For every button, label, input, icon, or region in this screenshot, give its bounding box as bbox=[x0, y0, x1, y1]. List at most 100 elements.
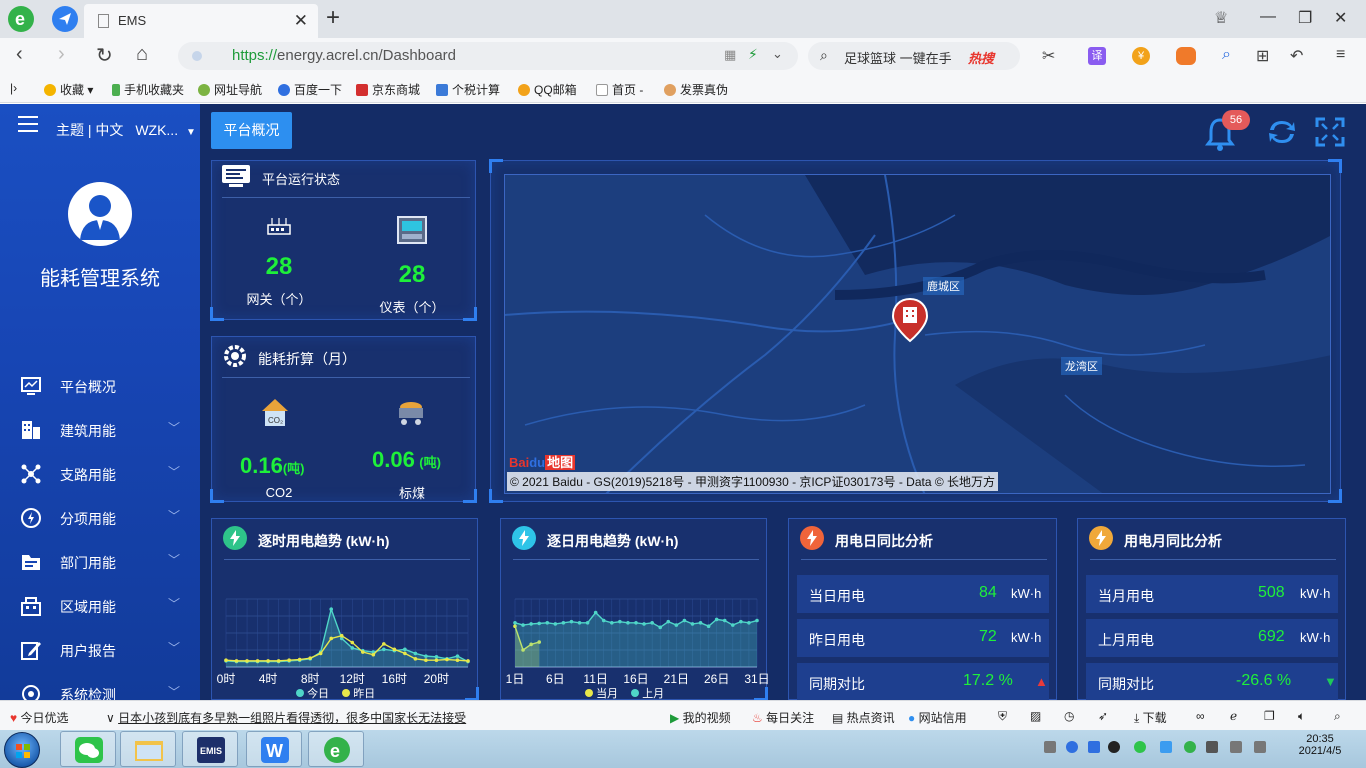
browser-status-bar: ♥ 今日优选 ∨ 日本小孩到底有多早熟一组照片看得透彻，很多中国家长无法接受 ▶… bbox=[0, 700, 1366, 730]
qr-icon[interactable]: ▦ bbox=[724, 47, 736, 63]
browser-logo-icon[interactable]: e bbox=[8, 6, 34, 32]
browser-tab[interactable]: EMS ✕ bbox=[84, 4, 318, 38]
shield-icon[interactable]: ⛨ bbox=[998, 709, 1007, 724]
status-item[interactable]: ▤ 热点资讯 bbox=[832, 709, 895, 726]
bookmark-item[interactable]: 网址导航 bbox=[198, 81, 262, 98]
zoom-icon[interactable]: ⌕ bbox=[1334, 709, 1341, 724]
bookmark-item[interactable]: 京东商城 bbox=[356, 81, 420, 98]
sidebar-item-platform[interactable]: 平台概况 bbox=[0, 364, 200, 408]
sidebar-item-system-check[interactable]: 系统检测 ﹀ bbox=[0, 672, 200, 700]
dropdown-icon[interactable]: ⌄ bbox=[772, 46, 783, 62]
status-item[interactable]: ♥ 今日优选 bbox=[10, 709, 68, 726]
bookmark-item[interactable]: 发票真伪 bbox=[664, 81, 728, 98]
start-button[interactable] bbox=[4, 732, 40, 768]
bookmark-item[interactable]: QQ邮箱 bbox=[518, 81, 577, 98]
daily-trend-chart: 1日 6日 11日 16日 21日 26日 31日 bbox=[506, 598, 768, 686]
taskbar-explorer[interactable] bbox=[120, 731, 176, 767]
sidebar-item-region[interactable]: 区域用能 ﹀ bbox=[0, 584, 200, 628]
legend-label: 当月 bbox=[596, 688, 619, 700]
close-window-button[interactable]: ✕ bbox=[1334, 8, 1347, 28]
apps-grid-icon[interactable]: ⊞ bbox=[1256, 46, 1269, 66]
system-clock[interactable]: 20:35 2021/4/5 bbox=[1290, 733, 1350, 757]
status-item[interactable]: ♨ 每日关注 bbox=[752, 709, 814, 726]
bookmarks-toggle-icon[interactable]: |› bbox=[10, 81, 17, 95]
speed-icon[interactable]: ◷ bbox=[1064, 709, 1074, 723]
taskbar-ems[interactable]: EMIS bbox=[182, 731, 238, 767]
chevron-down-icon[interactable]: ▼ bbox=[186, 127, 196, 138]
refresh-icon[interactable] bbox=[1266, 116, 1298, 148]
menu-icon[interactable]: ≡ bbox=[1336, 46, 1345, 64]
bookmark-item[interactable]: 百度一下 bbox=[278, 81, 342, 98]
taskbar-wps[interactable]: W bbox=[246, 731, 302, 767]
home-button[interactable]: ⌂ bbox=[136, 43, 148, 66]
chevron-down-icon: ﹀ bbox=[168, 465, 181, 479]
cloud-icon[interactable] bbox=[1160, 741, 1172, 753]
lightning-icon[interactable]: ⚡ bbox=[748, 46, 758, 63]
keyboard-icon[interactable] bbox=[1044, 741, 1056, 753]
search-box[interactable]: ⌕ 足球篮球 一键在手 热搜 bbox=[808, 42, 1020, 70]
back-button[interactable]: ‹ bbox=[16, 43, 23, 66]
translate-icon[interactable]: 译 bbox=[1088, 47, 1106, 65]
fullscreen-icon[interactable] bbox=[1314, 116, 1346, 148]
sidebar-item-branch[interactable]: 支路用能 ﹀ bbox=[0, 452, 200, 496]
power-icon[interactable] bbox=[1230, 741, 1242, 753]
data-point bbox=[755, 618, 759, 623]
network-icon[interactable] bbox=[1206, 741, 1218, 753]
sidebar-item-report[interactable]: 用户报告 ﹀ bbox=[0, 628, 200, 672]
bookmark-item[interactable]: 首页 - bbox=[596, 81, 643, 98]
bluetooth-icon[interactable] bbox=[1088, 741, 1100, 753]
reload-button[interactable]: ↻ bbox=[96, 43, 113, 68]
volume-icon[interactable] bbox=[1254, 741, 1266, 753]
shirt-icon[interactable]: ♕ bbox=[1214, 8, 1228, 28]
volume-icon[interactable]: 🔈︎ bbox=[1298, 709, 1305, 724]
browser-tray-icon[interactable] bbox=[1184, 741, 1196, 753]
bookmark-item[interactable]: 个税计算 bbox=[436, 81, 500, 98]
undo-icon[interactable]: ↶ bbox=[1290, 46, 1303, 66]
check-icon bbox=[22, 685, 40, 700]
map-district-label: 龙湾区 bbox=[1061, 357, 1102, 375]
chevron-down-icon: ﹀ bbox=[168, 509, 181, 523]
user-avatar-icon[interactable] bbox=[68, 182, 132, 246]
hamburger-menu-icon[interactable] bbox=[18, 116, 38, 132]
data-point bbox=[392, 647, 397, 652]
glasses-icon[interactable]: ∞ bbox=[1196, 709, 1205, 723]
bookmark-item[interactable]: 手机收藏夹 bbox=[112, 81, 184, 98]
status-item[interactable]: ● 网站信用 bbox=[908, 709, 967, 726]
chevron-down-icon: ﹀ bbox=[168, 685, 181, 699]
map-marker-icon[interactable] bbox=[891, 297, 929, 343]
download-button[interactable]: ⤓ 下载 bbox=[1134, 709, 1167, 726]
theme-language-label[interactable]: 主题 | 中文 bbox=[56, 122, 123, 138]
window-icon[interactable]: ❐ bbox=[1264, 709, 1275, 723]
maximize-button[interactable]: ❐ bbox=[1298, 8, 1312, 28]
image-icon[interactable]: ▨ bbox=[1030, 709, 1041, 723]
close-tab-icon[interactable]: ✕ bbox=[294, 11, 308, 31]
status-item[interactable]: ▶ 我的视频 bbox=[670, 709, 731, 726]
penguin-icon[interactable] bbox=[1108, 741, 1120, 753]
sidebar-item-subitem[interactable]: 分项用能 ﹀ bbox=[0, 496, 200, 540]
wechat-tray-icon[interactable] bbox=[1134, 741, 1146, 753]
data-point bbox=[455, 654, 460, 658]
hot-search-label[interactable]: 热搜 bbox=[968, 48, 994, 67]
send-icon[interactable] bbox=[52, 6, 78, 32]
rocket-icon[interactable]: ➶ bbox=[1098, 709, 1108, 723]
url-bar[interactable]: https://energy.acrel.cn/Dashboard ▦ ⚡ ⌄ bbox=[178, 42, 798, 70]
coin-icon[interactable]: ¥ bbox=[1132, 47, 1150, 65]
game-icon[interactable] bbox=[1176, 47, 1196, 65]
baidu-map[interactable]: 鹿城区 龙湾区 Baidu 地图 © 2021 Baidu - GS(2019)5… bbox=[504, 174, 1331, 494]
zoom-icon[interactable]: ⌕ bbox=[1222, 46, 1231, 64]
user-name[interactable]: WZK... bbox=[135, 122, 178, 138]
status-item[interactable]: ∨ 日本小孩到底有多早熟一组照片看得透彻，很多中国家长无法接受 bbox=[106, 709, 466, 726]
tab-platform-overview[interactable]: 平台概况 bbox=[211, 112, 292, 149]
forward-button[interactable]: › bbox=[58, 43, 65, 66]
new-tab-button[interactable]: + bbox=[326, 4, 340, 32]
sidebar-item-department[interactable]: 部门用能 ﹀ bbox=[0, 540, 200, 584]
taskbar-wechat[interactable] bbox=[60, 731, 116, 767]
sidebar-top-links[interactable]: 主题 | 中文 WZK... ▼ bbox=[56, 120, 196, 140]
ie-icon[interactable]: ℯ bbox=[1230, 709, 1237, 723]
bookmark-item[interactable]: 收藏 ▾ bbox=[44, 81, 93, 98]
sidebar-item-building[interactable]: 建筑用能 ﹀ bbox=[0, 408, 200, 452]
minimize-button[interactable]: — bbox=[1260, 8, 1276, 26]
help-icon[interactable] bbox=[1066, 741, 1078, 753]
scissors-icon[interactable]: ✂ bbox=[1042, 46, 1055, 66]
taskbar-browser[interactable]: e bbox=[308, 731, 364, 767]
